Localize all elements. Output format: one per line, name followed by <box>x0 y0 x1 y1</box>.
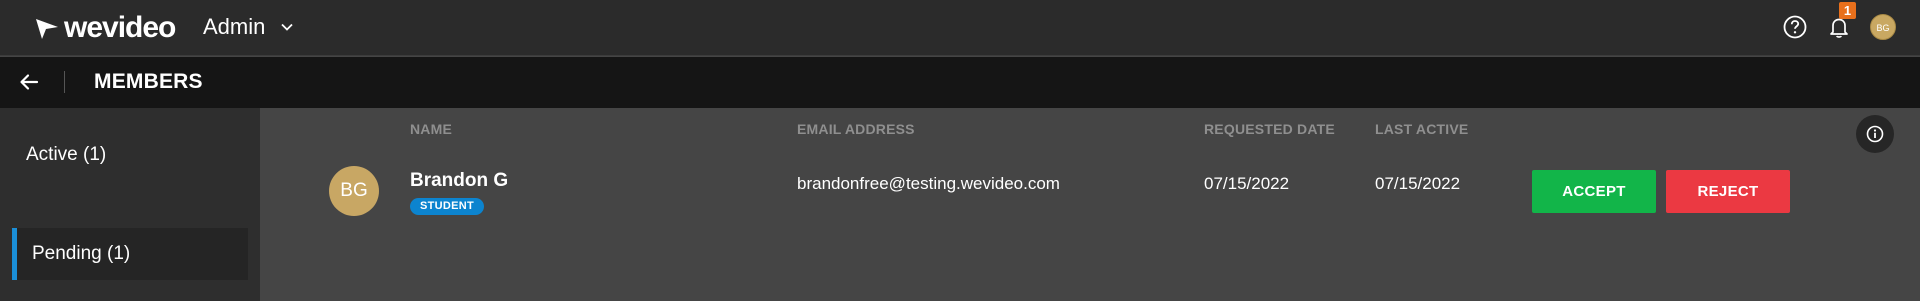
notification-count-badge: 1 <box>1839 2 1856 19</box>
sidebar-item-pending[interactable]: Pending (1) <box>12 228 248 280</box>
workspace-selector[interactable]: Admin <box>203 14 295 40</box>
sidebar-item-active[interactable]: Active (1) <box>12 129 248 181</box>
arrow-left-icon[interactable] <box>17 70 41 94</box>
column-header-email: EMAIL ADDRESS <box>797 121 915 137</box>
page-title: MEMBERS <box>94 70 203 93</box>
top-right-controls: 1 BG <box>1782 2 1896 40</box>
accept-button[interactable]: ACCEPT <box>1532 170 1656 213</box>
column-header-requested-date: REQUESTED DATE <box>1204 121 1335 137</box>
column-header-last-active: LAST ACTIVE <box>1375 121 1469 137</box>
notifications-button[interactable]: 1 <box>1826 2 1856 40</box>
members-table: NAME EMAIL ADDRESS REQUESTED DATE LAST A… <box>260 108 1920 301</box>
last-active-date: 07/15/2022 <box>1375 174 1461 193</box>
member-avatar: BG <box>329 166 379 216</box>
info-button[interactable] <box>1856 115 1894 153</box>
table-row: BG Brandon G STUDENT brandonfree@testing… <box>260 158 1920 228</box>
info-icon <box>1866 125 1884 143</box>
column-header-name: NAME <box>410 121 453 137</box>
page-header: MEMBERS <box>0 57 1920 108</box>
user-avatar[interactable]: BG <box>1870 14 1896 40</box>
help-icon[interactable] <box>1782 14 1808 40</box>
reject-button[interactable]: REJECT <box>1666 170 1790 213</box>
sidebar: Active (1) Pending (1) <box>0 108 260 301</box>
member-name: Brandon G <box>410 170 509 191</box>
requested-date: 07/15/2022 <box>1204 174 1290 193</box>
workspace-label: Admin <box>203 14 266 39</box>
wevideo-logo-icon <box>36 19 58 39</box>
logo-text: wevideo <box>64 11 176 44</box>
wevideo-logo[interactable]: wevideo <box>34 11 176 44</box>
member-email: brandonfree@testing.wevideo.com <box>797 174 1060 193</box>
header-divider <box>64 71 65 93</box>
top-bar: wevideo Admin 1 BG <box>0 0 1920 56</box>
chevron-down-icon <box>281 23 293 31</box>
role-badge: STUDENT <box>410 198 485 215</box>
